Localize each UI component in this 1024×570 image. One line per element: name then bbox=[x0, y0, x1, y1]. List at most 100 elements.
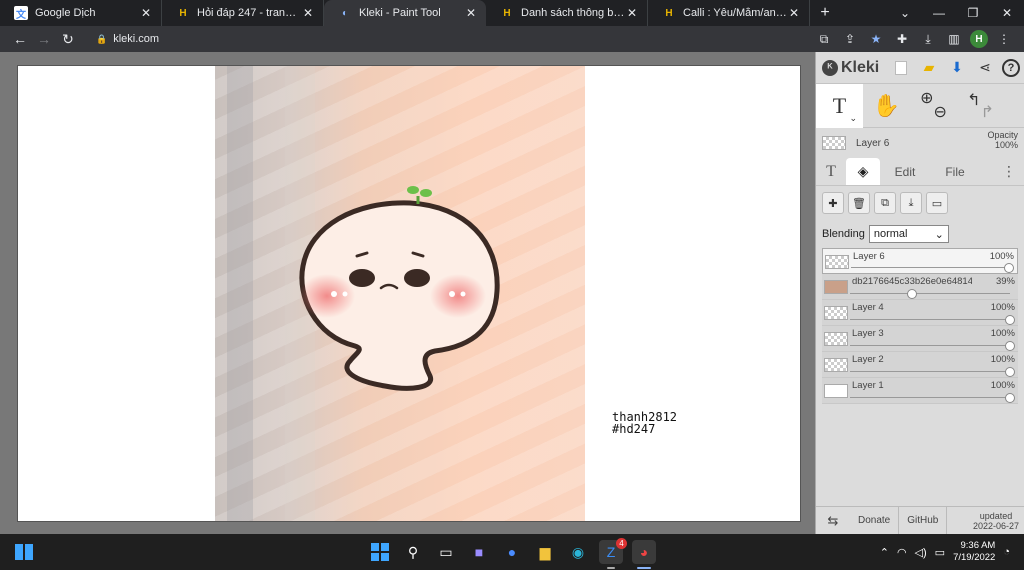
drawn-character bbox=[299, 186, 500, 391]
edge-browser-icon[interactable]: ◉ bbox=[566, 540, 590, 564]
layer-opacity-slider[interactable] bbox=[850, 289, 1010, 299]
tab-layers[interactable]: ◈ bbox=[846, 158, 880, 185]
address-bar[interactable]: 🔒 kleki.com bbox=[86, 29, 846, 49]
close-icon[interactable]: ✕ bbox=[787, 6, 801, 20]
layer-row[interactable]: Layer 4 100% bbox=[822, 300, 1018, 326]
zalo-app-icon[interactable]: Z 4 bbox=[599, 538, 627, 569]
wifi-icon[interactable]: ◠ bbox=[897, 546, 907, 559]
undo-icon[interactable]: ↰ bbox=[967, 90, 980, 110]
tab-title: Calli : Yêu/Mắm/anime/semi bbox=[683, 7, 787, 19]
chrome-app-icon[interactable]: ◕ bbox=[632, 540, 656, 569]
layer-thumbnail bbox=[824, 332, 848, 346]
open-folder-icon[interactable]: ▰ bbox=[918, 58, 940, 78]
clock[interactable]: 9:36 AM 7/19/2022 bbox=[953, 540, 995, 564]
start-button[interactable] bbox=[368, 540, 392, 564]
extensions-puzzle-icon[interactable]: ✚ bbox=[892, 32, 912, 46]
volume-icon[interactable]: ◁) bbox=[915, 546, 927, 559]
slider-knob[interactable] bbox=[1005, 315, 1015, 325]
minimize-icon[interactable]: — bbox=[922, 0, 956, 26]
redo-icon[interactable]: ↱ bbox=[981, 102, 994, 122]
layer-opacity-slider[interactable] bbox=[850, 367, 1015, 377]
translate-page-icon[interactable]: ⧉ bbox=[814, 32, 834, 47]
text-tool-button[interactable]: T ⌄ bbox=[816, 83, 863, 128]
teams-chat-icon[interactable]: ■ bbox=[467, 540, 491, 564]
back-arrow-icon[interactable]: ← bbox=[8, 31, 32, 47]
lock-icon[interactable]: 🔒 bbox=[96, 34, 107, 45]
layer-row[interactable]: Layer 3 100% bbox=[822, 326, 1018, 352]
file-explorer-icon[interactable]: ▆ bbox=[533, 540, 557, 564]
slider-knob[interactable] bbox=[1004, 263, 1014, 273]
rename-layer-icon[interactable]: ▭ bbox=[926, 192, 948, 214]
duplicate-layer-icon[interactable]: ⧉ bbox=[874, 192, 896, 214]
zoom-out-icon[interactable]: ⊖ bbox=[934, 102, 947, 122]
swap-sides-icon[interactable]: ⇆ bbox=[816, 513, 850, 529]
drawing-canvas[interactable]: thanh2812 #hd247 bbox=[17, 65, 801, 522]
notifications-icon[interactable]: ◔ bbox=[1003, 546, 1010, 558]
sprout-leaf-right bbox=[420, 189, 432, 197]
delete-layer-icon[interactable]: 🗑 bbox=[848, 192, 870, 214]
search-icon[interactable]: ⚲ bbox=[401, 540, 425, 564]
tab-calli[interactable]: H Calli : Yêu/Mắm/anime/semi ✕ bbox=[648, 0, 810, 26]
share-icon[interactable]: ⇪ bbox=[840, 32, 860, 46]
hand-tool-button[interactable]: ✋ bbox=[863, 84, 910, 128]
slider-knob[interactable] bbox=[907, 289, 918, 299]
slider-knob[interactable] bbox=[1005, 393, 1015, 403]
chevron-down-icon[interactable]: ⌄ bbox=[849, 113, 857, 124]
close-icon[interactable]: ✕ bbox=[464, 6, 478, 20]
help-icon[interactable]: ? bbox=[1002, 58, 1020, 77]
tab-google-dich[interactable]: 文 Google Dịch ✕ bbox=[0, 0, 162, 26]
battery-icon[interactable]: ▭ bbox=[935, 546, 945, 559]
updated-date: updated 2022-06-27 bbox=[973, 511, 1024, 531]
layer-opacity-slider[interactable] bbox=[850, 341, 1015, 351]
add-layer-icon[interactable]: ✚ bbox=[822, 192, 844, 214]
tab-hoi-dap[interactable]: H Hỏi đáp 247 - trang tra loi ✕ bbox=[162, 0, 324, 26]
new-image-icon[interactable] bbox=[895, 60, 907, 75]
more-options-icon[interactable]: ⋮ bbox=[994, 158, 1024, 185]
task-view-icon[interactable]: ▭ bbox=[434, 540, 458, 564]
tab-text-settings[interactable]: T bbox=[816, 158, 846, 185]
chevron-up-icon[interactable]: ⌃ bbox=[880, 546, 889, 559]
text-tool-icon: T bbox=[832, 92, 847, 118]
side-panel-icon[interactable]: ▥ bbox=[944, 32, 964, 46]
tab-danh-sach[interactable]: H Danh sách thông báo ✕ bbox=[486, 0, 648, 26]
slider-knob[interactable] bbox=[1005, 341, 1015, 351]
close-icon[interactable]: ✕ bbox=[625, 6, 639, 20]
layer-opacity: 100% bbox=[990, 302, 1015, 313]
tab-edit[interactable]: Edit bbox=[880, 158, 930, 185]
signature-text: thanh2812 #hd247 bbox=[612, 411, 677, 435]
layer-row[interactable]: Layer 6 100% bbox=[822, 248, 1018, 274]
layer-row[interactable]: db2176645c33b26e0e648145 39% bbox=[822, 274, 1018, 300]
browser-toolbar: ← → ↻ 🔒 kleki.com ⧉ ⇪ ★ ✚ ⤓ ▥ H ⋮ bbox=[0, 26, 1024, 52]
layer-row[interactable]: Layer 2 100% bbox=[822, 352, 1018, 378]
github-link[interactable]: GitHub bbox=[899, 506, 948, 535]
close-icon[interactable]: ✕ bbox=[139, 6, 153, 20]
layer-opacity-slider[interactable] bbox=[850, 393, 1015, 403]
bookmark-star-icon[interactable]: ★ bbox=[866, 32, 886, 46]
reload-icon[interactable]: ↻ bbox=[56, 31, 80, 48]
layer-opacity-slider[interactable] bbox=[851, 263, 1014, 273]
blending-select[interactable]: normal ⌄ bbox=[868, 225, 949, 243]
restore-icon[interactable]: ❐ bbox=[956, 0, 990, 26]
share-icon[interactable]: ⋖ bbox=[974, 58, 996, 78]
forward-arrow-icon[interactable]: → bbox=[32, 31, 56, 47]
tab-search-icon[interactable]: ⌄ bbox=[888, 0, 922, 26]
profile-avatar[interactable]: H bbox=[970, 30, 988, 48]
more-menu-icon[interactable]: ⋮ bbox=[994, 32, 1014, 46]
save-download-icon[interactable]: ⬇ bbox=[946, 58, 968, 78]
layer-row[interactable]: Layer 1 100% bbox=[822, 378, 1018, 404]
slider-knob[interactable] bbox=[1005, 367, 1015, 377]
zoom-in-icon[interactable]: ⊕ bbox=[920, 88, 933, 108]
tab-file[interactable]: File bbox=[930, 158, 980, 185]
layer-thumbnail bbox=[824, 358, 848, 372]
download-icon[interactable]: ⤓ bbox=[918, 32, 938, 47]
close-window-icon[interactable]: ✕ bbox=[990, 0, 1024, 26]
widgets-icon[interactable] bbox=[15, 544, 33, 560]
zoom-app-icon[interactable]: ● bbox=[500, 540, 524, 564]
tab-kleki[interactable]: ◐ Kleki - Paint Tool ✕ bbox=[324, 0, 486, 26]
merge-down-icon[interactable]: ⤓ bbox=[900, 192, 922, 214]
close-icon[interactable]: ✕ bbox=[301, 6, 315, 20]
donate-link[interactable]: Donate bbox=[850, 506, 900, 535]
new-tab-button[interactable]: + bbox=[810, 0, 840, 26]
layer-opacity: 39% bbox=[995, 276, 1015, 287]
layer-opacity-slider[interactable] bbox=[850, 315, 1015, 325]
